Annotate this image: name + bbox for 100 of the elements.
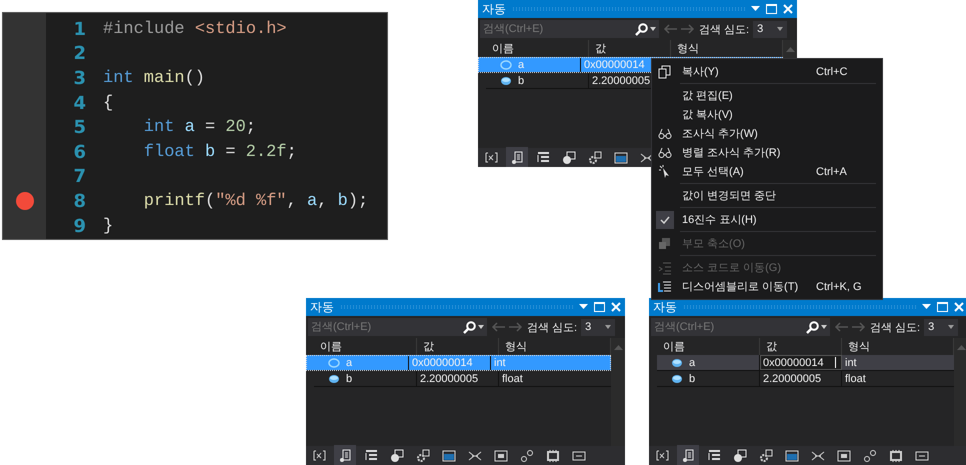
document-icon[interactable] bbox=[338, 448, 352, 462]
variable-icon bbox=[671, 358, 683, 368]
line-number: 3 bbox=[72, 68, 86, 89]
line-number: 1 bbox=[72, 18, 86, 40]
line-number: 7 bbox=[72, 166, 86, 188]
line-number: 8 bbox=[72, 190, 86, 212]
memory-icon[interactable] bbox=[915, 448, 929, 462]
table-row[interactable]: b 2.20000005 float bbox=[314, 371, 611, 387]
depth-dropdown[interactable]: 3 bbox=[753, 20, 788, 38]
list-icon[interactable] bbox=[364, 448, 378, 462]
window-icon[interactable] bbox=[562, 150, 576, 164]
forward-arrow-icon bbox=[852, 322, 866, 332]
crossed-arrows-icon[interactable] bbox=[468, 448, 482, 462]
depth-dropdown[interactable]: 3 bbox=[581, 318, 616, 336]
scrollbar[interactable] bbox=[954, 338, 966, 446]
gear-icon[interactable] bbox=[759, 448, 773, 462]
variable-icon bbox=[500, 76, 512, 86]
line-number: 9 bbox=[72, 216, 86, 237]
value-cell: 2.20000005 bbox=[417, 371, 499, 386]
line-number: 5 bbox=[72, 117, 86, 138]
browser-icon[interactable] bbox=[614, 150, 628, 164]
gear-icon[interactable] bbox=[588, 150, 602, 164]
window-icon[interactable] bbox=[390, 448, 404, 462]
code-line: { bbox=[103, 94, 114, 113]
glasses-icon bbox=[658, 126, 672, 140]
dropdown-icon[interactable] bbox=[922, 304, 931, 310]
maximize-icon[interactable] bbox=[937, 302, 948, 312]
list-icon[interactable] bbox=[707, 448, 721, 462]
panel-icon[interactable] bbox=[837, 448, 851, 462]
document-icon[interactable] bbox=[681, 448, 695, 462]
caret-icon bbox=[605, 325, 612, 329]
menu-item[interactable]: 값 복사(V) bbox=[652, 105, 882, 124]
variable-icon bbox=[671, 374, 683, 384]
code-line: float b = 2.2f; bbox=[142, 142, 297, 162]
gears-icon[interactable] bbox=[520, 448, 534, 462]
copy-icon bbox=[658, 64, 672, 78]
caret-icon[interactable] bbox=[650, 27, 656, 31]
menu-item[interactable]: 조사식 추가(W) bbox=[652, 124, 882, 143]
memory-icon[interactable] bbox=[572, 448, 586, 462]
chip-icon[interactable] bbox=[889, 448, 903, 462]
value-field[interactable]: 0x00000014 bbox=[760, 355, 842, 370]
table-row[interactable]: a 0x00000014 int bbox=[657, 355, 954, 371]
document-icon[interactable] bbox=[510, 150, 524, 164]
search-input[interactable]: 검색(Ctrl+E) bbox=[480, 23, 633, 35]
browser-icon[interactable] bbox=[442, 448, 456, 462]
search-icon[interactable] bbox=[463, 320, 476, 334]
crossed-arrows-icon[interactable] bbox=[811, 448, 825, 462]
menu-item[interactable]: 병렬 조사식 추가(R) bbox=[652, 143, 882, 162]
gears-icon[interactable] bbox=[863, 448, 877, 462]
menu-item[interactable]: 값 편집(E) bbox=[652, 86, 882, 105]
search-field[interactable]: 검색(Ctrl+E) bbox=[480, 20, 659, 38]
back-arrow-icon bbox=[834, 322, 848, 332]
menu-item[interactable]: 값이 변경되면 중단 bbox=[652, 186, 882, 205]
stack-icon bbox=[658, 236, 672, 250]
dropdown-icon[interactable] bbox=[579, 304, 588, 310]
value-cell: 0x00000014 bbox=[409, 355, 491, 370]
caret-icon[interactable] bbox=[821, 325, 827, 329]
depth-label: 검색 심도: bbox=[699, 22, 750, 36]
maximize-icon[interactable] bbox=[594, 302, 605, 312]
list-icon[interactable] bbox=[536, 150, 550, 164]
gear-icon[interactable] bbox=[416, 448, 430, 462]
search-icon[interactable] bbox=[635, 22, 648, 36]
close-icon[interactable] bbox=[954, 302, 964, 312]
menu-item[interactable]: 모두 선택(A) Ctrl+A bbox=[652, 162, 882, 181]
search-icon[interactable] bbox=[806, 320, 819, 334]
browser-icon[interactable] bbox=[785, 448, 799, 462]
scrollbar[interactable] bbox=[611, 338, 625, 446]
caret-icon bbox=[777, 27, 784, 31]
shortcut-text: Ctrl+A bbox=[816, 166, 848, 178]
caret-icon bbox=[948, 325, 954, 329]
menu-item[interactable]: 디스어셈블리로 이동(T) Ctrl+K, G bbox=[652, 277, 882, 296]
search-field[interactable]: 검색(Ctrl+E) bbox=[308, 318, 487, 336]
variable-icon bbox=[328, 374, 340, 384]
chip-icon[interactable] bbox=[546, 448, 560, 462]
variable-icon bbox=[328, 358, 340, 368]
crossed-arrows-icon[interactable] bbox=[640, 150, 654, 164]
variables-icon[interactable] bbox=[655, 448, 669, 462]
table-row[interactable]: b 2.20000005 float bbox=[657, 371, 954, 387]
forward-arrow-icon bbox=[681, 24, 695, 34]
variables-icon[interactable] bbox=[312, 448, 326, 462]
menu-item[interactable]: 16진수 표시(H) bbox=[652, 210, 882, 229]
code-line: #include <stdio.h> bbox=[103, 20, 287, 39]
search-input[interactable]: 검색(Ctrl+E) bbox=[651, 321, 804, 333]
variables-icon[interactable] bbox=[484, 150, 498, 164]
maximize-icon[interactable] bbox=[766, 4, 777, 14]
breakpoint-icon[interactable] bbox=[16, 192, 34, 210]
pointer-icon bbox=[658, 164, 672, 178]
dropdown-icon[interactable] bbox=[751, 6, 760, 12]
variable-name: b bbox=[518, 74, 524, 86]
window-icon[interactable] bbox=[733, 448, 747, 462]
code-line: printf("%d %f", a, b); bbox=[142, 192, 368, 211]
caret-icon[interactable] bbox=[478, 325, 484, 329]
search-input[interactable]: 검색(Ctrl+E) bbox=[308, 321, 461, 333]
glasses-icon bbox=[658, 146, 672, 160]
close-icon[interactable] bbox=[611, 302, 621, 312]
depth-dropdown[interactable]: 3 bbox=[924, 318, 958, 336]
panel-icon[interactable] bbox=[494, 448, 508, 462]
search-field[interactable]: 검색(Ctrl+E) bbox=[651, 318, 830, 336]
value-input[interactable]: 0x00000014 bbox=[763, 356, 835, 368]
close-icon[interactable] bbox=[783, 4, 793, 14]
